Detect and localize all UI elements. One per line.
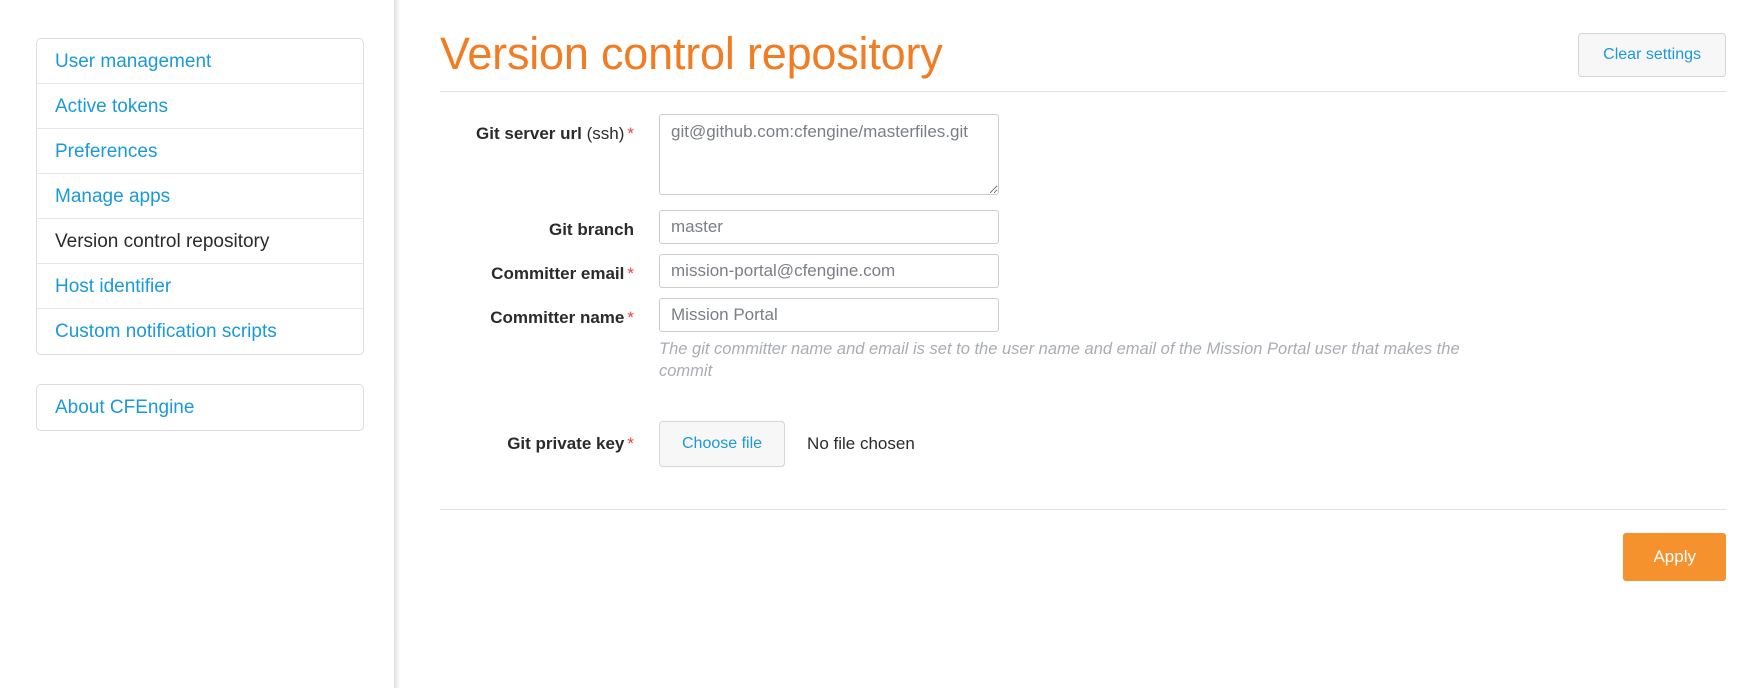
form-actions: Apply [440, 510, 1728, 581]
version-control-form: Git server url (ssh) * git@github.com:cfe… [440, 92, 1728, 581]
sidebar-secondary-nav: About CFEngine [36, 384, 364, 431]
git-branch-label-text: Git branch [548, 220, 634, 239]
file-status-label: No file chosen [807, 433, 915, 453]
git-branch-label: Git branch [440, 210, 659, 240]
git-branch-row: Git branch [440, 210, 1728, 244]
sidebar-item-label: Custom notification scripts [55, 321, 277, 342]
sidebar-item-label: Active tokens [55, 96, 168, 117]
page-header: Version control repository Clear setting… [440, 20, 1728, 80]
sidebar-item-manage-apps[interactable]: Manage apps [37, 174, 363, 219]
required-marker: * [627, 308, 634, 327]
clear-settings-button[interactable]: Clear settings [1578, 33, 1726, 77]
git-private-key-row: Git private key * Choose file No file cho… [440, 420, 1728, 467]
required-marker: * [627, 264, 634, 283]
sidebar-item-label: Preferences [55, 141, 158, 162]
choose-file-button[interactable]: Choose file [659, 420, 786, 467]
sidebar-primary-nav: User management Active tokens Preference… [36, 38, 364, 355]
sidebar-item-host-identifier[interactable]: Host identifier [37, 264, 363, 309]
sidebar-item-label: Host identifier [55, 276, 172, 297]
sidebar-item-custom-notification-scripts[interactable]: Custom notification scripts [37, 309, 363, 354]
committer-email-label: Committer email * [440, 254, 659, 284]
required-marker: * [627, 433, 634, 453]
sidebar-item-about-cfengine[interactable]: About CFEngine [37, 385, 363, 430]
committer-email-input[interactable] [659, 254, 999, 288]
committer-name-label: Committer name * [440, 298, 659, 328]
sidebar-item-label: User management [55, 51, 212, 72]
page-title: Version control repository [440, 28, 943, 79]
sidebar-item-active-tokens[interactable]: Active tokens [37, 84, 363, 129]
committer-email-row: Committer email * [440, 254, 1728, 288]
required-marker: * [627, 124, 634, 143]
file-picker: Choose file No file chosen [659, 420, 1728, 467]
committer-email-label-text: Committer email [491, 264, 625, 283]
git-branch-input[interactable] [659, 210, 999, 244]
git-server-url-input[interactable]: git@github.com:cfengine/masterfiles.git [659, 114, 999, 195]
settings-page: User management Active tokens Preference… [0, 0, 1748, 688]
sidebar-item-label: Version control repository [55, 231, 270, 252]
committer-name-label-text: Committer name [490, 308, 625, 327]
git-private-key-label-text: Git private key [507, 433, 625, 453]
git-server-url-row: Git server url (ssh) * git@github.com:cfe… [440, 114, 1728, 200]
apply-button[interactable]: Apply [1623, 532, 1726, 581]
sidebar-item-version-control-repository[interactable]: Version control repository [37, 219, 363, 264]
git-server-url-label-sub: (ssh) [586, 124, 625, 143]
sidebar-item-preferences[interactable]: Preferences [37, 129, 363, 174]
committer-name-input[interactable] [659, 298, 999, 332]
git-private-key-label: Git private key * [440, 434, 659, 454]
committer-help-text: The git committer name and email is set … [659, 340, 1460, 381]
sidebar-item-label: Manage apps [55, 186, 171, 207]
settings-sidebar: User management Active tokens Preference… [0, 0, 400, 688]
committer-name-row: Committer name* The git committer name a… [440, 298, 1728, 383]
sidebar-item-label: About CFEngine [55, 397, 195, 418]
git-server-url-label: Git server url (ssh) * [440, 114, 659, 144]
sidebar-item-user-management[interactable]: User management [37, 39, 363, 84]
git-server-url-label-text: Git server url [476, 124, 582, 143]
main-content: Version control repository Clear setting… [400, 0, 1748, 688]
